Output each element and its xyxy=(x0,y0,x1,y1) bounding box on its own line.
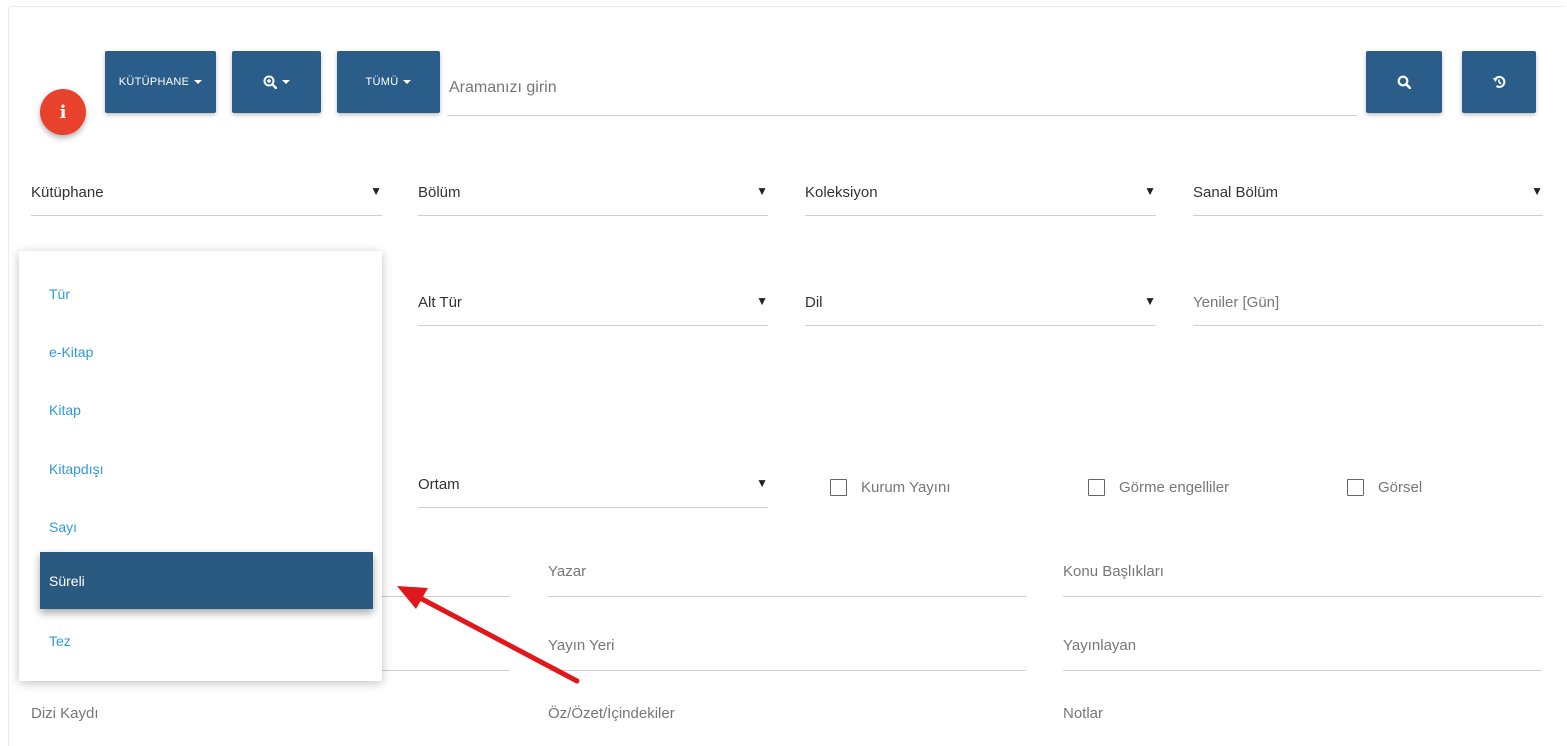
section-select[interactable]: Bölüm ▼ xyxy=(418,170,768,216)
publication-place-input-label: Yayın Yeri xyxy=(548,637,615,654)
notes-input[interactable]: Notlar xyxy=(1063,695,1542,739)
series-input-label: Dizi Kaydı xyxy=(31,705,99,722)
reset-icon xyxy=(1492,75,1506,88)
type-option-tez[interactable]: Tez xyxy=(49,633,71,649)
zoom-plus-icon xyxy=(263,75,277,89)
virtual-section-select-label: Sanal Bölüm xyxy=(1193,184,1279,201)
language-select[interactable]: Dil ▼ xyxy=(805,280,1156,326)
triangle-down-icon: ▼ xyxy=(1531,184,1543,198)
visually-impaired-label: Görme engelliler xyxy=(1119,479,1230,496)
library-select-label: Kütüphane xyxy=(31,184,104,201)
type-option-sureli[interactable]: Süreli xyxy=(40,552,373,609)
type-dropdown-menu: Tür e-Kitap Kitap Kitapdışı Sayı Süreli … xyxy=(19,251,382,681)
triangle-down-icon: ▼ xyxy=(756,294,768,308)
scope-dropdown-button[interactable]: TÜMÜ xyxy=(337,51,440,113)
institution-publication-label: Kurum Yayını xyxy=(861,479,951,496)
info-button[interactable]: i xyxy=(40,89,86,135)
triangle-down-icon: ▼ xyxy=(1144,294,1156,308)
language-select-label: Dil xyxy=(805,294,823,311)
triangle-down-icon: ▼ xyxy=(370,184,382,198)
checkbox-box[interactable] xyxy=(830,479,847,496)
type-option-kitapdisi[interactable]: Kitapdışı xyxy=(49,461,103,477)
caret-down-icon xyxy=(194,80,203,84)
scope-dropdown-label: TÜMÜ xyxy=(365,76,399,88)
abstract-contents-input[interactable]: Öz/Özet/İçindekiler xyxy=(548,695,1026,739)
search-button[interactable] xyxy=(1366,51,1442,113)
medium-select[interactable]: Ortam ▼ xyxy=(418,462,768,508)
search-icon xyxy=(1397,75,1411,89)
type-option-ekitap[interactable]: e-Kitap xyxy=(49,344,93,360)
triangle-down-icon: ▼ xyxy=(756,184,768,198)
triangle-down-icon: ▼ xyxy=(756,476,768,490)
virtual-section-select[interactable]: Sanal Bölüm ▼ xyxy=(1193,170,1543,216)
caret-down-icon xyxy=(403,80,412,84)
caret-down-icon xyxy=(282,80,290,84)
checkbox-box[interactable] xyxy=(1088,479,1105,496)
visually-impaired-checkbox[interactable]: Görme engelliler xyxy=(1088,479,1229,496)
section-select-label: Bölüm xyxy=(418,184,461,201)
info-icon: i xyxy=(59,101,67,123)
subtype-select[interactable]: Alt Tür ▼ xyxy=(418,280,768,326)
author-input[interactable]: Yazar xyxy=(548,553,1026,597)
triangle-down-icon: ▼ xyxy=(1144,184,1156,198)
type-option-tur[interactable]: Tür xyxy=(49,286,70,302)
collection-select[interactable]: Koleksiyon ▼ xyxy=(805,170,1156,216)
search-input[interactable] xyxy=(447,70,1357,116)
series-input[interactable]: Dizi Kaydı xyxy=(31,695,510,739)
notes-input-label: Notlar xyxy=(1063,705,1104,722)
subject-headings-input[interactable]: Konu Başlıkları xyxy=(1063,553,1542,597)
abstract-contents-input-label: Öz/Özet/İçindekiler xyxy=(548,705,675,722)
collection-select-label: Koleksiyon xyxy=(805,184,878,201)
new-days-input-label: Yeniler [Gün] xyxy=(1193,294,1280,311)
type-option-sayi[interactable]: Sayı xyxy=(49,519,77,535)
type-option-kitap[interactable]: Kitap xyxy=(49,402,81,418)
library-select[interactable]: Kütüphane ▼ xyxy=(31,170,382,216)
library-dropdown-button[interactable]: KÜTÜPHANE xyxy=(105,51,216,113)
checkbox-box[interactable] xyxy=(1347,479,1364,496)
subtype-select-label: Alt Tür xyxy=(418,294,462,311)
subject-headings-input-label: Konu Başlıkları xyxy=(1063,563,1164,580)
reset-button[interactable] xyxy=(1462,51,1536,113)
author-input-label: Yazar xyxy=(548,563,587,580)
institution-publication-checkbox[interactable]: Kurum Yayını xyxy=(830,479,951,496)
zoom-filter-button[interactable] xyxy=(232,51,321,113)
new-days-input[interactable]: Yeniler [Gün] xyxy=(1193,280,1543,326)
visual-label: Görsel xyxy=(1378,479,1423,496)
publication-place-input[interactable]: Yayın Yeri xyxy=(548,627,1026,671)
visual-checkbox[interactable]: Görsel xyxy=(1347,479,1422,496)
library-dropdown-label: KÜTÜPHANE xyxy=(118,76,190,88)
publisher-input[interactable]: Yayınlayan xyxy=(1063,627,1542,671)
medium-select-label: Ortam xyxy=(418,476,460,493)
publisher-input-label: Yayınlayan xyxy=(1063,637,1137,654)
